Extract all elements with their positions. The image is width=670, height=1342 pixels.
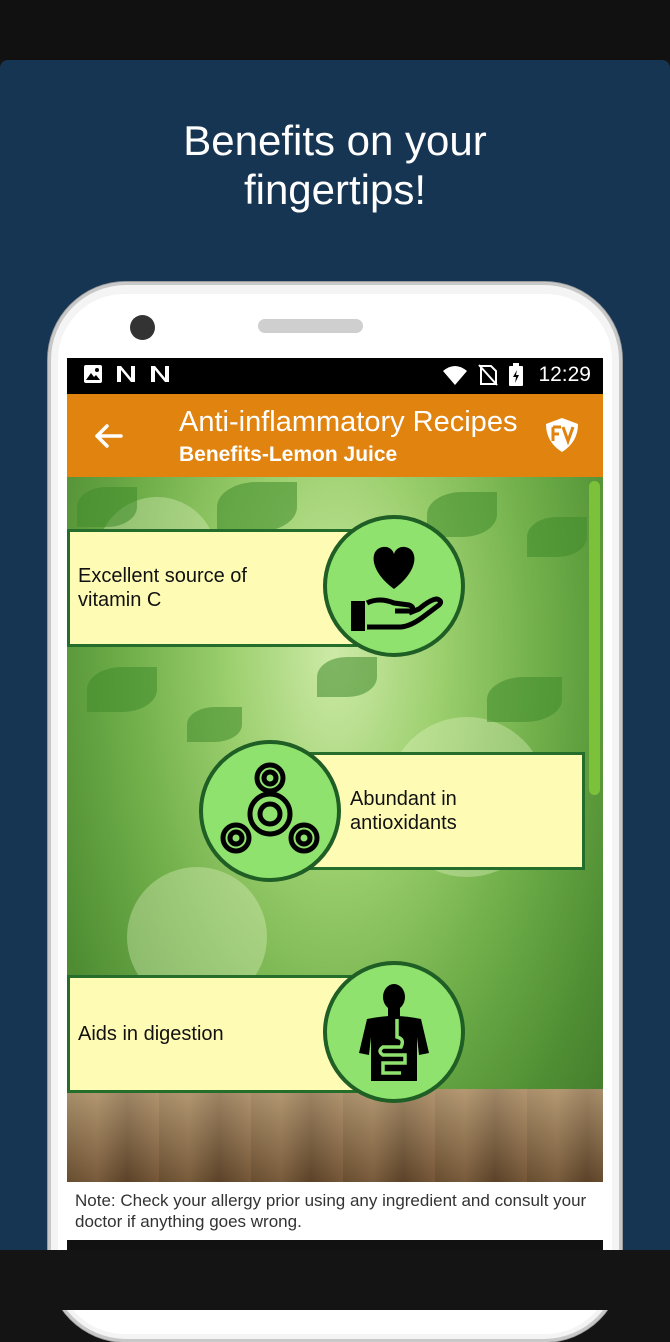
app-title: Anti-inflammatory Recipes	[179, 406, 518, 438]
wood-floor	[67, 1089, 603, 1182]
battery-icon	[508, 363, 524, 387]
arrow-left-icon	[95, 424, 123, 448]
benefit-text-1: Excellent source of vitamin C	[78, 565, 247, 611]
promo-headline-line-1: Benefits on your	[183, 117, 487, 164]
background-leaf	[487, 677, 562, 722]
app-logo-icon	[546, 418, 578, 452]
app-bar-titles: Anti-inflammatory Recipes Benefits-Lemon…	[179, 404, 519, 469]
status-bar: 12:29	[67, 358, 603, 394]
background-leaf	[77, 487, 137, 527]
app-logo-button[interactable]	[543, 416, 581, 454]
app-bar: Anti-inflammatory Recipes Benefits-Lemon…	[67, 394, 603, 477]
promo-headline-line-2: fingertips!	[243, 166, 427, 213]
phone-screen: 12:29 Anti-inflammatory Recipes Benefits…	[67, 358, 603, 1258]
benefit-text-3: Aids in digestion	[78, 1023, 224, 1045]
bottom-black-band	[0, 1250, 670, 1310]
benefit-badge-3	[323, 961, 465, 1103]
top-black-band	[0, 0, 670, 60]
promo-headline: Benefits on your fingertips!	[0, 116, 670, 214]
background-leaf	[317, 657, 377, 697]
benefits-content[interactable]: Excellent source of vitamin C Abundant i…	[67, 477, 603, 1182]
wifi-icon	[442, 365, 468, 385]
benefit-card-3: Aids in digestion	[67, 975, 357, 1093]
n-icon	[149, 364, 171, 384]
allergy-note: Note: Check your allergy prior using any…	[67, 1182, 603, 1240]
front-camera	[130, 315, 155, 340]
digestive-system-icon	[359, 984, 429, 1081]
molecule-rings-icon	[220, 762, 320, 854]
heart-in-hand-icon	[351, 546, 444, 631]
image-icon	[83, 364, 103, 384]
benefit-badge-2	[199, 740, 341, 882]
background-leaf	[217, 482, 297, 532]
background-leaf	[527, 517, 587, 557]
benefit-text-2: Abundant in antioxidants	[350, 788, 457, 834]
background-leaf	[187, 707, 242, 742]
status-time: 12:29	[538, 363, 591, 386]
back-button[interactable]	[89, 416, 129, 456]
n-icon	[115, 364, 137, 384]
earpiece-speaker	[258, 319, 363, 333]
app-subtitle: Benefits-Lemon Juice	[179, 443, 398, 466]
background-leaf	[87, 667, 157, 712]
benefit-badge-1	[323, 515, 465, 657]
scrollbar-thumb[interactable]	[589, 481, 600, 795]
benefit-card-1: Excellent source of vitamin C	[67, 529, 357, 647]
no-sim-icon	[478, 364, 499, 386]
